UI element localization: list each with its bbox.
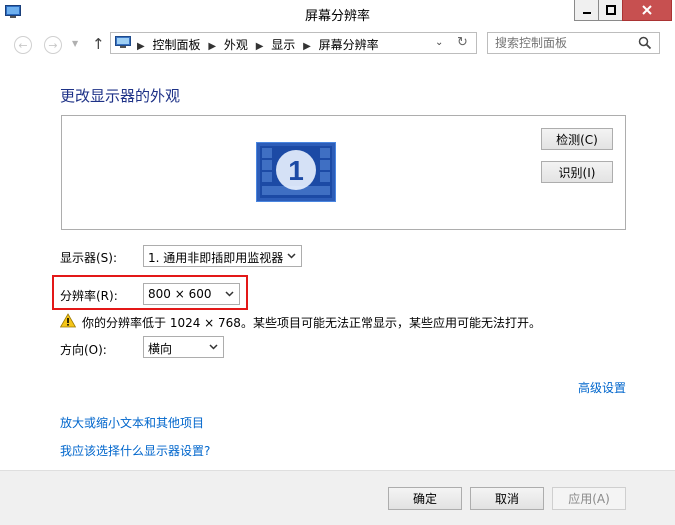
forward-button[interactable]: →	[44, 36, 62, 54]
close-button[interactable]	[622, 0, 672, 21]
resolution-label: 分辨率(R):	[60, 289, 118, 303]
search-icon[interactable]	[638, 36, 652, 50]
resolution-select-value: 800 × 600	[148, 287, 212, 301]
address-bar[interactable]: ▶ 控制面板 ▶ 外观 ▶ 显示 ▶ 屏幕分辨率 ⌄ ↻	[110, 32, 477, 54]
display-select[interactable]: 1. 通用非即插即用监视器	[143, 245, 302, 267]
resolution-select[interactable]: 800 × 600	[143, 283, 240, 305]
text-size-link[interactable]: 放大或缩小文本和其他项目	[60, 414, 204, 431]
maximize-icon	[605, 5, 616, 15]
display-select-value: 1. 通用非即插即用监视器	[148, 251, 284, 265]
title-bar: 屏幕分辨率	[0, 0, 675, 27]
navigation-bar: ← → ▼ ↑ ▶ 控制面板 ▶ 外观 ▶ 显示 ▶ 屏幕分辨率 ⌄ ↻	[0, 28, 675, 64]
orientation-select-value: 横向	[148, 342, 173, 356]
warning-icon	[60, 313, 76, 328]
chevron-right-icon: ▶	[303, 41, 311, 52]
page-title: 更改显示器的外观	[60, 87, 181, 105]
breadcrumb-screen-resolution[interactable]: 屏幕分辨率	[319, 38, 379, 52]
display-preview-panel: 1 检测(C) 识别(I)	[61, 115, 626, 230]
close-icon	[642, 5, 652, 15]
arrow-left-icon: ←	[18, 38, 28, 52]
ok-button[interactable]: 确定	[388, 487, 462, 510]
maximize-button[interactable]	[598, 0, 623, 21]
footer-bar: 确定 取消 应用(A)	[0, 471, 675, 525]
orientation-select[interactable]: 横向	[143, 336, 224, 358]
breadcrumb-control-panel[interactable]: 控制面板	[153, 38, 201, 52]
recent-locations-dropdown-icon[interactable]: ▼	[72, 39, 78, 48]
chevron-right-icon: ▶	[137, 41, 145, 52]
which-display-setting-link[interactable]: 我应该选择什么显示器设置?	[60, 442, 210, 459]
breadcrumb: ▶ 控制面板 ▶ 外观 ▶ 显示 ▶ 屏幕分辨率	[137, 36, 383, 53]
chevron-down-icon[interactable]: ⌄	[435, 37, 443, 48]
control-panel-icon	[115, 36, 131, 48]
minimize-icon	[582, 12, 591, 14]
resolution-warning-text: 你的分辨率低于 1024 × 768。某些项目可能无法正常显示，某些应用可能无法…	[82, 316, 541, 330]
detect-button[interactable]: 检测(C)	[541, 128, 613, 150]
back-button[interactable]: ←	[14, 36, 32, 54]
refresh-icon[interactable]: ↻	[457, 35, 468, 50]
chevron-down-icon	[209, 344, 218, 350]
chevron-down-icon	[287, 253, 296, 259]
monitor-number: 1	[288, 155, 304, 186]
search-box[interactable]	[487, 32, 660, 54]
minimize-button[interactable]	[574, 0, 599, 21]
chevron-down-icon	[225, 291, 234, 297]
arrow-right-icon: →	[48, 38, 58, 52]
monitor-icon[interactable]: 1	[256, 142, 336, 202]
chevron-right-icon: ▶	[255, 41, 264, 52]
identify-button[interactable]: 识别(I)	[541, 161, 613, 183]
orientation-label: 方向(O):	[60, 343, 107, 357]
up-arrow-icon[interactable]: ↑	[92, 35, 105, 53]
chevron-right-icon: ▶	[208, 41, 217, 52]
advanced-settings-link[interactable]: 高级设置	[578, 379, 626, 396]
search-input[interactable]	[491, 35, 639, 51]
display-label: 显示器(S):	[60, 251, 118, 265]
apply-button[interactable]: 应用(A)	[552, 487, 626, 510]
breadcrumb-appearance[interactable]: 外观	[224, 38, 248, 52]
breadcrumb-display[interactable]: 显示	[271, 38, 295, 52]
cancel-button[interactable]: 取消	[470, 487, 544, 510]
